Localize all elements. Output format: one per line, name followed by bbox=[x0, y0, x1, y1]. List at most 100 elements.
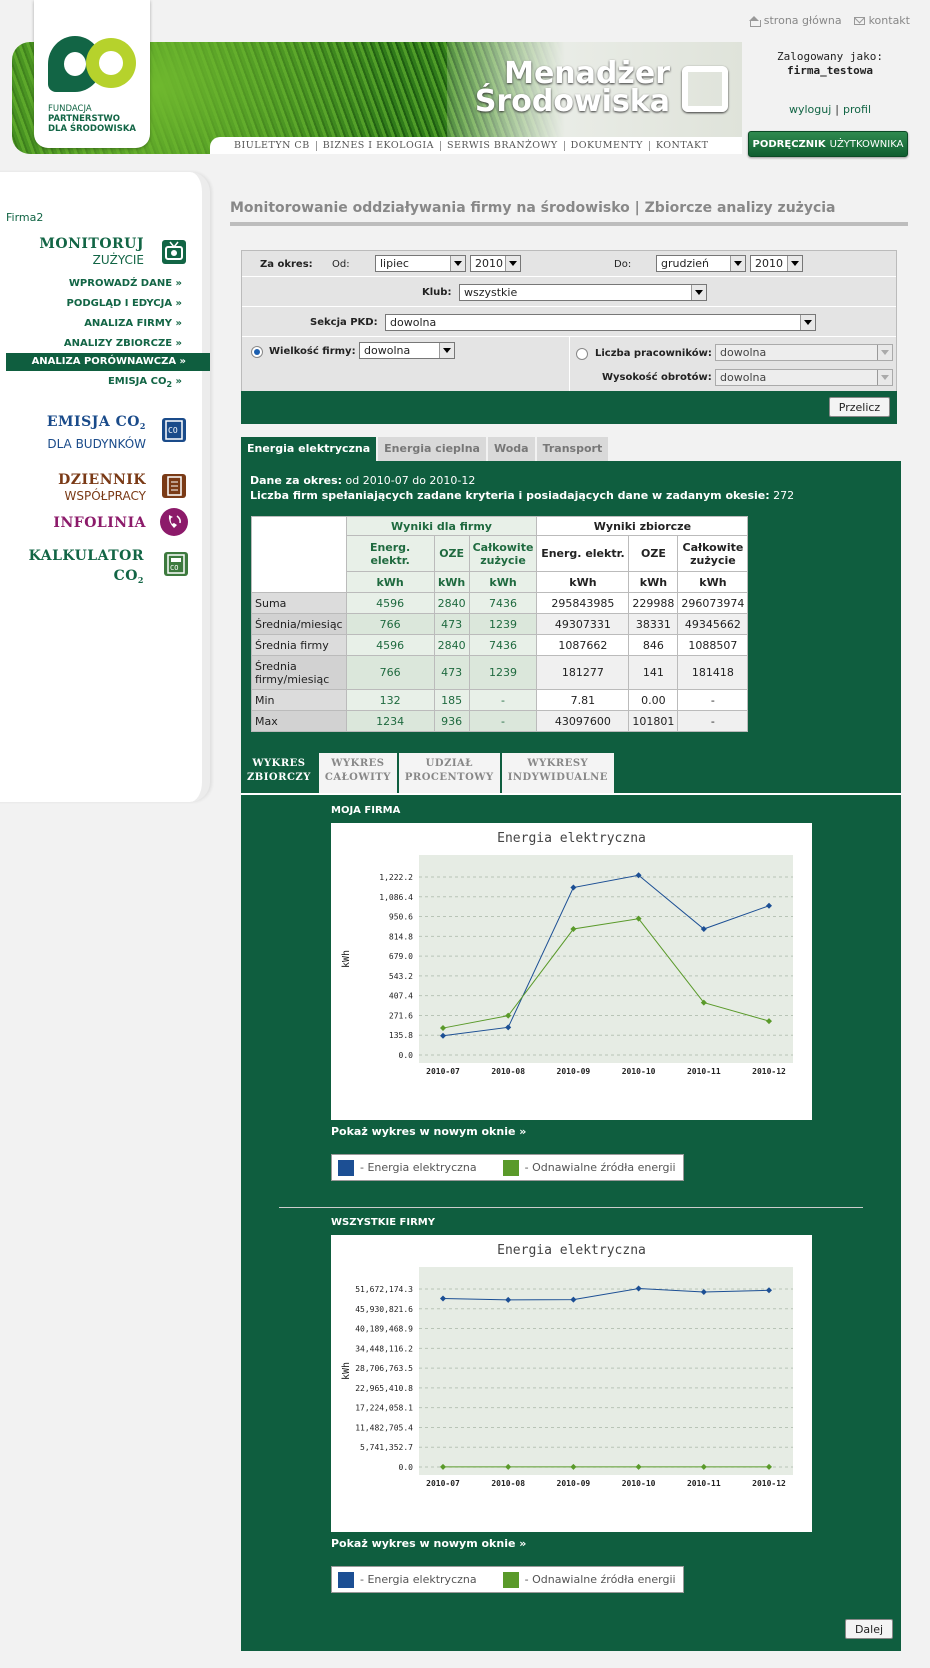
tab-resource[interactable]: Transport bbox=[536, 437, 609, 461]
x-tick-label: 2010-07 bbox=[426, 1479, 460, 1488]
y-tick-label: 271.6 bbox=[389, 1011, 413, 1020]
firm-cell: - bbox=[468, 689, 538, 711]
login-links: wyloguj | profil bbox=[788, 103, 871, 116]
all-cell: 7.81 bbox=[536, 689, 630, 711]
tab-chart[interactable]: WYKRESY INDYWIDUALNE bbox=[501, 753, 614, 793]
chart-svg: 0.0 135.8 271.6 407.4 543.2 679.0 814.8 950.6 1,… bbox=[341, 855, 793, 1076]
firm-cell: 2840 bbox=[433, 634, 470, 656]
main-nav-item[interactable]: BIULETYN CB bbox=[228, 140, 317, 151]
chart-tabs: WYKRES ZBIORCZY WYKRES CAŁOWITY UDZIAŁ PROCEN… bbox=[241, 753, 614, 793]
chart-my-firm: Energia elektryczna 0.0 135.8 271.6 407.4 54… bbox=[331, 823, 812, 1120]
main-nav-item[interactable]: KONTAKT bbox=[650, 140, 715, 151]
y-tick-label: 543.2 bbox=[389, 972, 413, 981]
chevron-down-icon bbox=[877, 345, 892, 360]
menu-analiza-firmy[interactable]: ANALIZA FIRMY » bbox=[84, 318, 182, 329]
foundation-logo[interactable]: FUNDACJA PARTNERSTWO DLA ŚRODOWISKA bbox=[34, 0, 150, 148]
all-cell: - bbox=[677, 710, 749, 732]
legend-swatch-oze bbox=[502, 1571, 519, 1588]
firm-cell: 1239 bbox=[468, 655, 538, 690]
main-nav-item[interactable]: BIZNES I EKOLOGIA bbox=[317, 140, 441, 151]
from-year-select[interactable]: 2010 bbox=[470, 255, 521, 272]
brand-logo-icon bbox=[682, 66, 728, 112]
firm-cell: 473 bbox=[433, 613, 470, 635]
y-tick-label: 0.0 bbox=[399, 1463, 414, 1472]
recalculate-button[interactable]: Przelicz bbox=[829, 397, 890, 417]
x-tick-label: 2010-10 bbox=[622, 1479, 656, 1488]
open-chart-link[interactable]: Pokaż wykres w nowym oknie » bbox=[331, 1125, 526, 1138]
to-month-select[interactable]: grudzień bbox=[656, 255, 746, 272]
menu-emisja-budynki[interactable]: EMISJA CO2 DLA BUDYNKÓW bbox=[47, 413, 146, 453]
menu-analiza-porownawcza[interactable]: ANALIZA PORÓWNAWCZA » bbox=[6, 353, 210, 371]
chevron-down-icon bbox=[439, 343, 454, 358]
all-cell: 846 bbox=[628, 634, 679, 656]
all-firms-title: WSZYSTKIE FIRMY bbox=[331, 1217, 435, 1228]
login-info: Zalogowany jako: firma_testowa bbox=[777, 50, 883, 77]
employees-radio[interactable] bbox=[576, 348, 588, 360]
home-link[interactable]: strona główna bbox=[748, 14, 842, 27]
chevron-down-icon bbox=[691, 285, 706, 300]
chevron-down-icon bbox=[877, 370, 892, 385]
firm-size-radio[interactable] bbox=[251, 346, 263, 358]
calculator-icon: CO bbox=[164, 552, 188, 576]
pkd-select[interactable]: dowolna bbox=[385, 314, 816, 331]
logo-mark-icon bbox=[48, 36, 140, 98]
main-nav-item[interactable]: DOKUMENTY bbox=[565, 140, 650, 151]
profile-link[interactable]: profil bbox=[843, 103, 871, 116]
firm-cell: 7436 bbox=[468, 592, 538, 614]
y-tick-label: 1,222.2 bbox=[379, 873, 413, 882]
menu-infolinia[interactable]: INFOLINIA bbox=[53, 515, 146, 531]
chevron-down-icon bbox=[787, 256, 802, 271]
contact-link[interactable]: kontakt bbox=[853, 14, 910, 27]
firm-cell: 766 bbox=[345, 655, 435, 690]
user-manual-button[interactable]: PODRĘCZNIK UŻYTKOWNIKA bbox=[748, 131, 908, 157]
menu-analizy-zbiorcze[interactable]: ANALIZY ZBIORCZE » bbox=[64, 338, 182, 349]
to-year-select[interactable]: 2010 bbox=[750, 255, 803, 272]
y-tick-label: 45,930,821.6 bbox=[355, 1305, 413, 1314]
company-name: Firma2 bbox=[6, 211, 44, 224]
menu-emisja-co2[interactable]: EMISJA CO2 » bbox=[108, 376, 182, 389]
tab-chart[interactable]: WYKRES CAŁOWITY bbox=[318, 753, 397, 793]
period-info: Dane za okres: od 2010-07 do 2010-12 Lic… bbox=[250, 474, 795, 502]
firm-cell: 473 bbox=[433, 655, 470, 690]
top-links: strona główna kontakt bbox=[748, 14, 910, 27]
plot-area bbox=[419, 1267, 793, 1475]
legend-swatch-oze bbox=[502, 1159, 519, 1176]
all-cell: 1088507 bbox=[677, 634, 749, 656]
chart-legend: - Energia elektryczna - Odnawialne źródł… bbox=[331, 1566, 684, 1593]
all-results-header: Wyniki zbiorcze bbox=[536, 516, 749, 536]
tab-resource[interactable]: Woda bbox=[487, 437, 535, 461]
firm-size-select[interactable]: dowolna bbox=[359, 342, 455, 359]
firm-cell: - bbox=[468, 710, 538, 732]
y-tick-label: 34,448,116.2 bbox=[355, 1344, 413, 1353]
table-row: Min 132 185-7.81 0.00- bbox=[251, 689, 749, 711]
logout-link[interactable]: wyloguj bbox=[789, 103, 831, 116]
tab-chart[interactable]: WYKRES ZBIORCZY bbox=[241, 753, 317, 793]
x-tick-label: 2010-09 bbox=[557, 1479, 591, 1488]
tab-resource[interactable]: Energia elektryczna bbox=[241, 437, 377, 461]
firm-cell: 185 bbox=[433, 689, 470, 711]
main-nav-item[interactable]: SERWIS BRANŻOWY bbox=[441, 140, 565, 151]
tab-chart[interactable]: UDZIAŁ PROCENTOWY bbox=[398, 753, 500, 793]
legend-swatch-energy bbox=[338, 1571, 354, 1588]
y-tick-label: 22,965,410.8 bbox=[355, 1384, 413, 1393]
turnover-select[interactable]: dowolna bbox=[715, 369, 893, 386]
firm-cell: 766 bbox=[345, 613, 435, 635]
y-axis-label: kWh bbox=[341, 950, 352, 968]
menu-wprowadz-dane[interactable]: WPROWADŹ DANE » bbox=[69, 278, 182, 289]
tab-resource[interactable]: Energia cieplna bbox=[378, 437, 486, 461]
menu-monitoruj[interactable]: MONITORUJ ZUŻYCIE bbox=[39, 236, 144, 268]
employees-select[interactable]: dowolna bbox=[715, 344, 893, 361]
open-chart-link[interactable]: Pokaż wykres w nowym oknie » bbox=[331, 1537, 526, 1550]
menu-kalkulator[interactable]: KALKULATOR CO2 bbox=[29, 546, 144, 590]
menu-podglad-edycja[interactable]: PODGLĄD I EDYCJA » bbox=[67, 298, 182, 309]
x-tick-label: 2010-07 bbox=[426, 1067, 460, 1076]
from-month-select[interactable]: lipiec bbox=[375, 255, 466, 272]
firm-cell: 936 bbox=[433, 710, 470, 732]
next-button[interactable]: Dalej bbox=[845, 1619, 893, 1639]
all-cell: 49345662 bbox=[677, 613, 749, 635]
club-select[interactable]: wszystkie bbox=[459, 284, 707, 301]
all-cell: 229988 bbox=[628, 592, 679, 614]
menu-dziennik[interactable]: DZIENNIK WSPÓŁPRACY bbox=[58, 472, 146, 504]
y-tick-label: 51,672,174.3 bbox=[355, 1285, 413, 1294]
firm-cell: 4596 bbox=[345, 634, 435, 656]
